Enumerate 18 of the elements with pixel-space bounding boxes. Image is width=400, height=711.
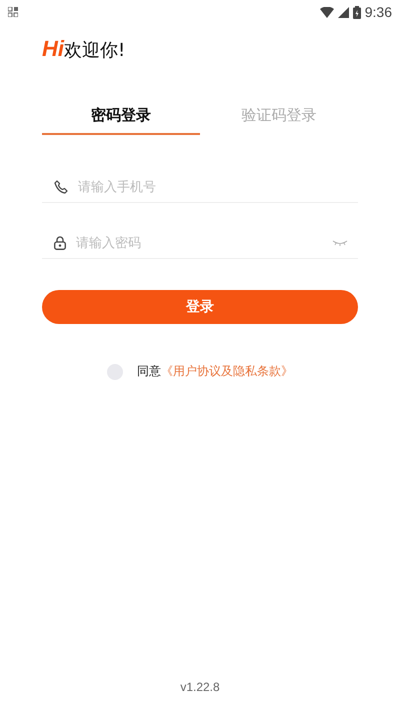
hi-logo: Hi xyxy=(42,36,64,62)
phone-icon xyxy=(54,180,68,194)
notification-icon xyxy=(8,7,18,17)
phone-field[interactable]: 请输入手机号 xyxy=(76,178,358,196)
signal-icon xyxy=(338,6,349,18)
password-field[interactable]: 请输入密码 xyxy=(74,234,324,252)
agreement-link[interactable]: 《用户协议及隐私条款》 xyxy=(161,364,293,378)
greeting-title: 欢迎你! xyxy=(64,39,126,62)
login-tab[interactable]: 密码登录 xyxy=(42,106,200,135)
eye-closed-icon[interactable] xyxy=(332,240,348,246)
login-button[interactable]: 登录 xyxy=(42,290,358,324)
version-label: v1.22.8 xyxy=(180,680,220,694)
login-tab[interactable]: 验证码登录 xyxy=(200,106,358,135)
clock-time: 9:36 xyxy=(364,4,392,20)
battery-icon xyxy=(352,6,361,18)
lock-icon xyxy=(54,236,66,250)
wifi-icon xyxy=(320,6,334,18)
agree-label: 同意 xyxy=(137,364,161,378)
